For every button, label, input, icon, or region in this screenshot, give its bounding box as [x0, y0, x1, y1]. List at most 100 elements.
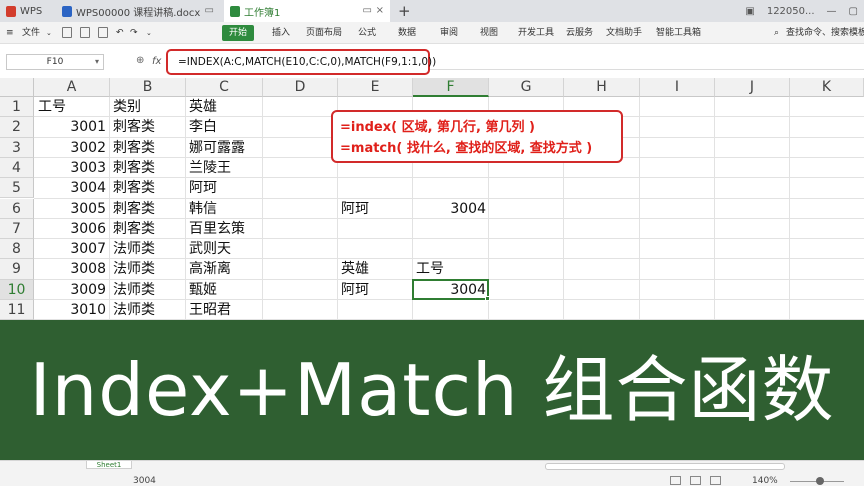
tab-start[interactable]: 开始 [222, 25, 254, 41]
row-header-5[interactable]: 5 [0, 178, 34, 199]
maximize-icon[interactable]: ▢ [849, 6, 858, 17]
cell-f9[interactable]: 工号 [416, 259, 444, 279]
tab-formulas[interactable]: 公式 [358, 22, 376, 44]
column-header-f[interactable]: F [413, 78, 489, 97]
page-break-view-icon[interactable] [710, 476, 721, 485]
cell-b5[interactable]: 刺客类 [113, 178, 155, 198]
cell-f6[interactable]: 3004 [415, 199, 486, 219]
tab-cloud[interactable]: 云服务 [566, 22, 593, 44]
cell-a10[interactable]: 3009 [38, 280, 106, 300]
print-preview-icon[interactable] [98, 27, 108, 38]
cell-c9[interactable]: 高渐离 [189, 259, 231, 279]
cell-b8[interactable]: 法师类 [113, 239, 155, 259]
tab-data[interactable]: 数据 [398, 22, 416, 44]
cell-a4[interactable]: 3003 [38, 158, 106, 178]
cell-a11[interactable]: 3010 [38, 300, 106, 320]
menu-file[interactable]: 文件 [22, 22, 40, 44]
monitor-icon[interactable]: ▭ [205, 5, 214, 16]
undo-icon[interactable]: ↶ [116, 22, 124, 44]
row-header-2[interactable]: 2 [0, 117, 34, 138]
fill-handle[interactable] [485, 296, 490, 301]
tab-doc-assistant[interactable]: 文档助手 [606, 22, 642, 44]
normal-view-icon[interactable] [670, 476, 681, 485]
column-header-j[interactable]: J [715, 78, 790, 97]
cell-c3[interactable]: 娜可露露 [189, 138, 245, 158]
column-header-e[interactable]: E [338, 78, 413, 97]
tab-smart-toolbox[interactable]: 智能工具箱 [656, 22, 701, 44]
cell-a5[interactable]: 3004 [38, 178, 106, 198]
column-header-i[interactable]: I [640, 78, 715, 97]
tab-wps-home[interactable]: WPS [0, 0, 56, 22]
cell-a8[interactable]: 3007 [38, 239, 106, 259]
tab-view[interactable]: 视图 [480, 22, 498, 44]
column-header-h[interactable]: H [564, 78, 640, 97]
name-box[interactable]: F10 ▾ [6, 54, 104, 70]
minimize-icon[interactable]: — [827, 6, 837, 17]
cell-a9[interactable]: 3008 [38, 259, 106, 279]
close-icon[interactable]: × [376, 5, 384, 16]
row-header-1[interactable]: 1 [0, 97, 34, 118]
cell-e10[interactable]: 阿珂 [341, 280, 369, 300]
chevron-down-icon[interactable]: ⌄ [146, 22, 152, 44]
column-header-c[interactable]: C [186, 78, 263, 97]
tile-icon[interactable]: ▣ [745, 6, 754, 17]
tab-document[interactable]: WPS00000 课程讲稿.docx ▭ [56, 0, 220, 22]
cell-c8[interactable]: 武则天 [189, 239, 231, 259]
cell-c10[interactable]: 甄姬 [189, 280, 217, 300]
cell-c1[interactable]: 英雄 [189, 97, 217, 117]
cell-a7[interactable]: 3006 [38, 219, 106, 239]
tab-insert[interactable]: 插入 [272, 22, 290, 44]
cell-a1[interactable]: 工号 [38, 97, 106, 117]
chevron-down-icon[interactable]: ▾ [95, 55, 99, 69]
cell-a6[interactable]: 3005 [38, 199, 106, 219]
cell-c4[interactable]: 兰陵王 [189, 158, 231, 178]
cell-c5[interactable]: 阿珂 [189, 178, 217, 198]
cell-b2[interactable]: 刺客类 [113, 117, 155, 137]
row-header-6[interactable]: 6 [0, 198, 34, 219]
cell-c2[interactable]: 李白 [189, 117, 217, 137]
row-header-4[interactable]: 4 [0, 157, 34, 179]
fx-icon[interactable]: fx [152, 56, 161, 67]
zoom-slider-handle[interactable] [816, 477, 824, 485]
cell-e6[interactable]: 阿珂 [341, 199, 369, 219]
cell-b6[interactable]: 刺客类 [113, 199, 155, 219]
cell-a3[interactable]: 3002 [38, 138, 106, 158]
column-header-b[interactable]: B [110, 78, 186, 97]
save-icon[interactable] [62, 27, 72, 38]
tab-page-layout[interactable]: 页面布局 [306, 22, 342, 44]
cell-a2[interactable]: 3001 [38, 117, 106, 137]
command-search[interactable]: 查找命令、搜索模板 [786, 22, 864, 44]
cell-c7[interactable]: 百里玄策 [189, 219, 245, 239]
tab-review[interactable]: 审阅 [440, 22, 458, 44]
row-header-7[interactable]: 7 [0, 218, 34, 240]
zoom-icon[interactable]: ⊕ [136, 55, 144, 66]
tab-developer[interactable]: 开发工具 [518, 22, 554, 44]
cell-b7[interactable]: 刺客类 [113, 219, 155, 239]
cell-c11[interactable]: 王昭君 [189, 300, 231, 320]
chevron-down-icon[interactable]: ⌄ [46, 22, 52, 44]
cell-c6[interactable]: 韩信 [189, 199, 217, 219]
horizontal-scrollbar[interactable] [545, 463, 785, 470]
row-header-8[interactable]: 8 [0, 239, 34, 260]
row-header-9[interactable]: 9 [0, 259, 34, 280]
column-header-k[interactable]: K [790, 78, 864, 97]
cell-b11[interactable]: 法师类 [113, 300, 155, 320]
cell-b4[interactable]: 刺客类 [113, 158, 155, 178]
tab-workbook[interactable]: 工作簿1 ▭ × [224, 0, 390, 22]
cell-e9[interactable]: 英雄 [341, 259, 369, 279]
row-header-11[interactable]: 11 [0, 300, 34, 321]
print-icon[interactable] [80, 27, 90, 38]
column-header-a[interactable]: A [34, 78, 110, 97]
row-header-10[interactable]: 10 [0, 279, 34, 300]
page-layout-view-icon[interactable] [690, 476, 701, 485]
search-icon[interactable]: ⌕ [774, 22, 779, 44]
hamburger-icon[interactable]: ≡ [6, 22, 14, 44]
zoom-level[interactable]: 140% [752, 476, 778, 486]
cell-b3[interactable]: 刺客类 [113, 138, 155, 158]
sheet-tab[interactable]: Sheet1 [86, 461, 132, 469]
monitor-icon[interactable]: ▭ [363, 5, 372, 16]
formula-input[interactable]: =INDEX(A:C,MATCH(E10,C:C,0),MATCH(F9,1:1… [166, 49, 436, 75]
cell-b9[interactable]: 法师类 [113, 259, 155, 279]
column-header-d[interactable]: D [263, 78, 338, 97]
account-name[interactable]: 122050... [767, 6, 815, 17]
